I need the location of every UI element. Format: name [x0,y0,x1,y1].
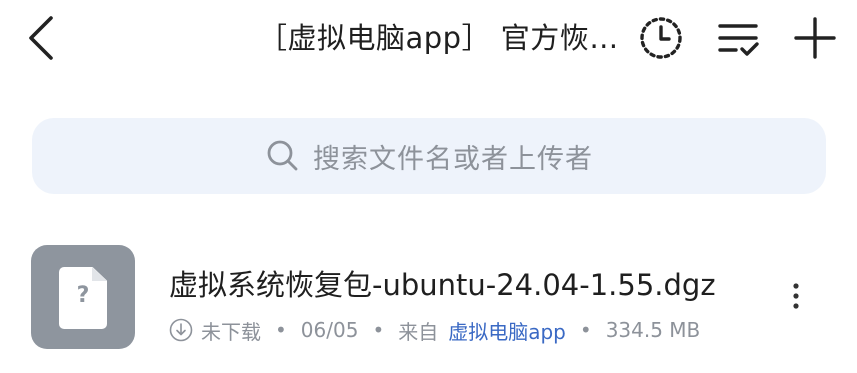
file-name: 虚拟系统恢复包-ubuntu-24.04-1.55.dgz [169,268,716,302]
source-link[interactable]: 虚拟电脑app [448,316,566,345]
sort-filter-button[interactable] [710,10,766,66]
clock-history-icon [640,17,682,59]
search-bar[interactable]: 搜索文件名或者上传者 [32,118,826,194]
file-meta: 未下载 • 06/05 • 来自 虚拟电脑app • 334.5 MB [169,316,700,344]
meta-separator: • [579,318,592,342]
page-title: ［虚拟电脑app］ 官方恢… [258,21,618,55]
chevron-left-icon [29,16,53,60]
search-placeholder: 搜索文件名或者上传者 [313,143,593,175]
file-size: 334.5 MB [605,318,701,342]
file-date: 06/05 [300,318,359,342]
file-thumbnail: ? [31,245,135,349]
meta-separator: • [372,318,385,342]
sort-list-check-icon [718,24,759,56]
file-type-glyph: ? [76,283,90,308]
meta-separator: • [275,318,287,342]
download-status: 未下载 [201,319,261,344]
vertical-ellipsis-icon [793,283,799,309]
source-label: 来自 [398,319,439,344]
top-bar: ［虚拟电脑app］ 官方恢… [0,0,857,80]
history-button[interactable] [633,10,689,66]
download-icon [169,318,193,342]
back-button[interactable] [16,10,66,66]
add-button[interactable] [787,10,843,66]
more-options-button[interactable] [776,272,816,320]
file-list-item[interactable]: ? 虚拟系统恢复包-ubuntu-24.04-1.55.dgz 未下载 • 06… [0,236,857,356]
search-icon [265,138,301,174]
plus-icon [794,17,836,59]
